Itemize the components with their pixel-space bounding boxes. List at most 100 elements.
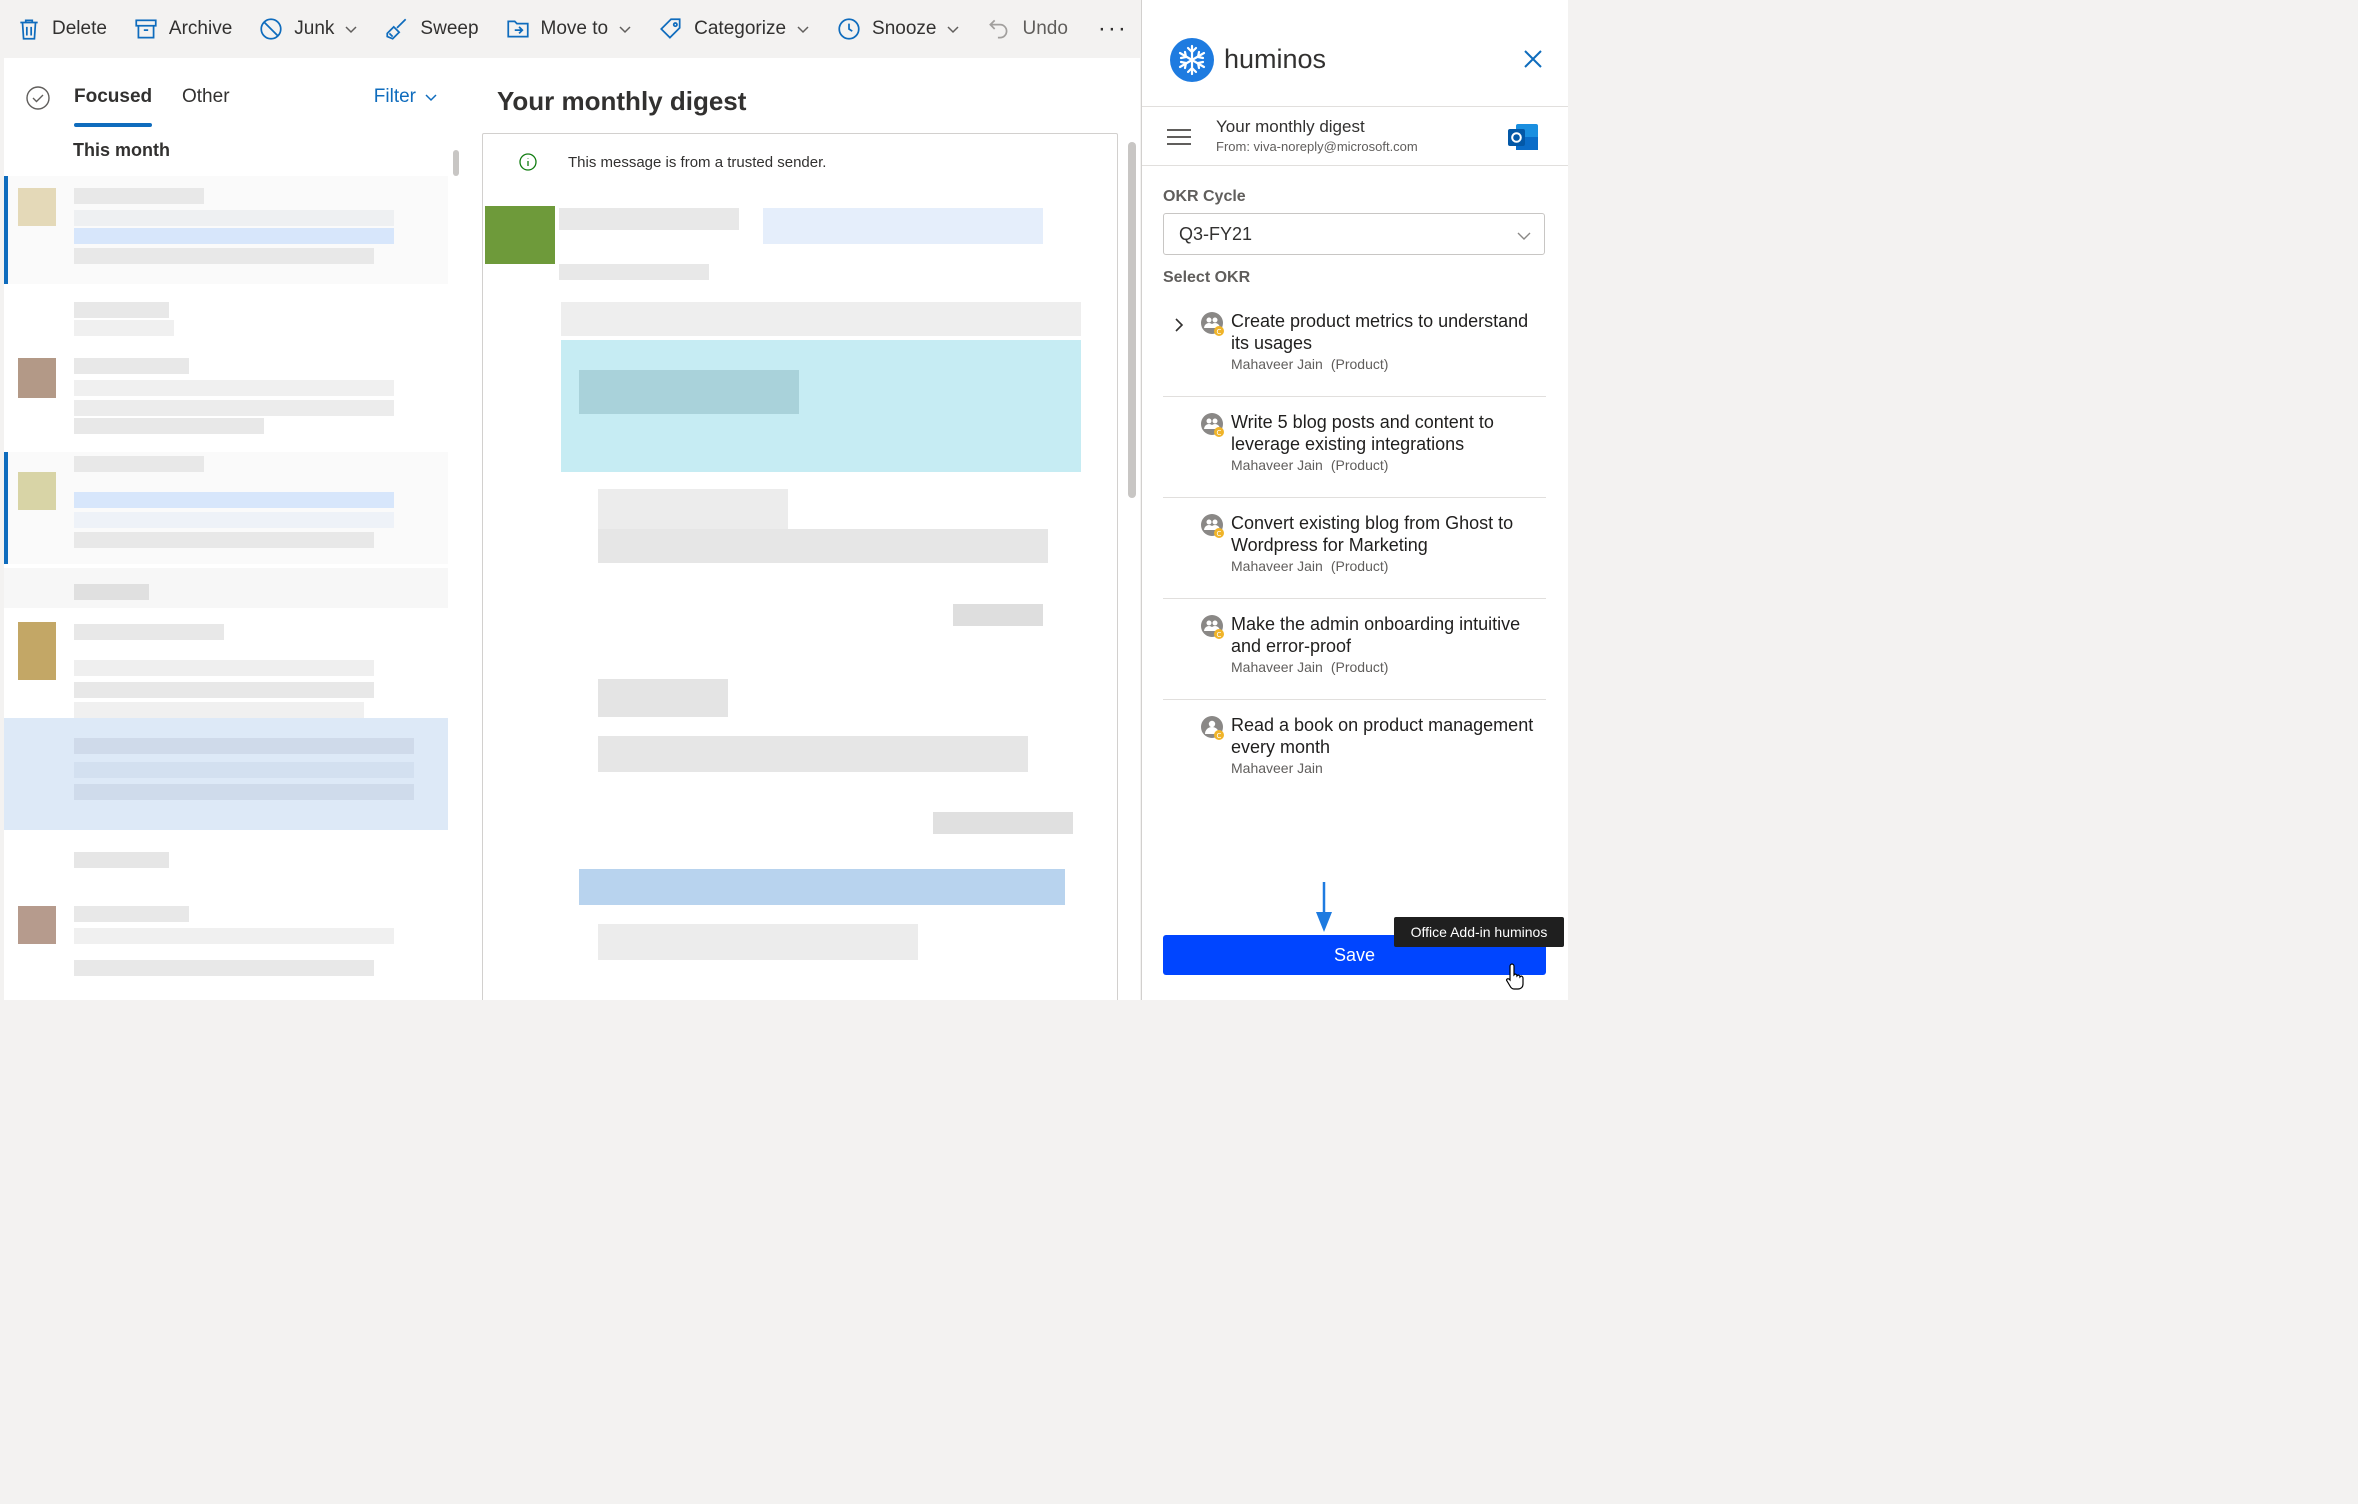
categorize-button[interactable]: Categorize: [658, 9, 810, 49]
mail-context-bar: Your monthly digest From: viva-noreply@m…: [1142, 107, 1568, 166]
clock-icon: [838, 18, 860, 40]
okr-title: Convert existing blog from Ghost to Word…: [1231, 513, 1514, 555]
okr-cycle-select[interactable]: Q3-FY21: [1163, 213, 1545, 255]
okr-owner: Mahaveer Jain (Product): [1231, 457, 1388, 473]
blurred-content: [598, 736, 1028, 772]
svg-text:C: C: [1217, 429, 1222, 437]
chevron-down-icon: [425, 94, 437, 102]
hand-cursor-icon: [1506, 963, 1524, 990]
filter-button[interactable]: Filter: [374, 86, 438, 108]
hamburger-menu-icon[interactable]: [1166, 127, 1192, 147]
snooze-label: Snooze: [872, 18, 937, 39]
archive-icon: [135, 19, 157, 39]
block-icon: [260, 18, 282, 40]
addin-mail-from: From: viva-noreply@microsoft.com: [1216, 139, 1418, 154]
okr-owner: Mahaveer Jain (Product): [1231, 356, 1388, 372]
junk-button[interactable]: Junk: [258, 9, 358, 49]
chevron-right-icon[interactable]: [1173, 318, 1185, 332]
archive-label: Archive: [168, 18, 233, 39]
sweep-button[interactable]: Sweep: [384, 9, 479, 49]
okr-list: C Create product metrics to understand i…: [1163, 296, 1546, 800]
message-subject: Your monthly digest: [497, 86, 747, 116]
list-item[interactable]: [4, 294, 448, 344]
list-item[interactable]: [4, 452, 448, 564]
tab-focused[interactable]: Focused: [74, 86, 153, 127]
list-item[interactable]: [4, 176, 448, 284]
okr-owner-dept: (Product): [1330, 356, 1389, 372]
list-item[interactable]: [4, 618, 448, 718]
undo-icon: [989, 19, 1008, 39]
delete-button[interactable]: Delete: [16, 9, 107, 49]
trusted-sender-notice: This message is from a trusted sender.: [518, 152, 826, 172]
okr-owner-dept: (Product): [1330, 457, 1389, 473]
huminos-addin-pane: huminos Your monthly digest From: viva-n…: [1141, 0, 1568, 1000]
okr-owner-dept: (Product): [1330, 659, 1389, 675]
blurred-content: [579, 370, 799, 414]
mail-list-scrollbar[interactable]: [453, 150, 459, 176]
team-avatar-icon: C: [1201, 615, 1224, 639]
blurred-content: [559, 264, 709, 280]
close-icon[interactable]: [1522, 48, 1544, 70]
archive-button[interactable]: Archive: [133, 9, 232, 49]
list-item[interactable]: [4, 898, 448, 998]
chevron-down-icon: [619, 26, 631, 34]
trash-icon: [20, 19, 38, 40]
okr-title: Make the admin onboarding intuitive and …: [1231, 614, 1521, 656]
addin-tooltip: Office Add-in huminos: [1394, 917, 1564, 947]
message-body: This message is from a trusted sender.: [482, 133, 1118, 1000]
junk-label: Junk: [294, 18, 335, 39]
reading-pane-scrollbar[interactable]: [1128, 142, 1136, 498]
blurred-content: [763, 208, 1043, 244]
huminos-logo-icon: [1170, 38, 1214, 82]
okr-item[interactable]: C Make the admin onboarding intuitive an…: [1163, 599, 1546, 700]
move-to-label: Move to: [540, 18, 609, 39]
move-to-button[interactable]: Move to: [505, 9, 633, 49]
delete-label: Delete: [52, 18, 107, 39]
command-bar: Delete Archive Junk Sweep Move to Catego…: [0, 0, 1140, 58]
blurred-content: [561, 302, 1081, 336]
okr-owner-name: Mahaveer Jain: [1231, 558, 1323, 574]
group-header: This month: [73, 140, 170, 160]
okr-owner-name: Mahaveer Jain: [1231, 659, 1323, 675]
svg-text:C: C: [1217, 328, 1222, 336]
reading-pane: Your monthly digest This message is from…: [470, 58, 1140, 1000]
filter-label: Filter: [373, 86, 416, 107]
list-item[interactable]: [4, 350, 448, 440]
chevron-down-icon: [797, 26, 809, 34]
list-item[interactable]: [4, 568, 448, 608]
okr-item[interactable]: C Read a book on product management ever…: [1163, 700, 1546, 800]
addin-mail-subject: Your monthly digest: [1216, 117, 1365, 136]
blurred-banner: [579, 869, 1065, 905]
blurred-content: [559, 208, 739, 230]
okr-owner-dept: (Product): [1330, 558, 1389, 574]
undo-label: Undo: [1022, 18, 1068, 39]
tab-other[interactable]: Other: [182, 86, 230, 108]
outlook-icon: [1508, 124, 1538, 150]
chevron-down-icon: [947, 26, 959, 34]
mail-list-header: Focused Other Filter: [4, 58, 470, 132]
svg-text:C: C: [1217, 530, 1222, 538]
info-icon: [519, 153, 537, 171]
select-okr-label: Select OKR: [1163, 269, 1251, 286]
select-all-check-icon[interactable]: [26, 86, 50, 110]
list-item[interactable]: [4, 718, 448, 830]
team-avatar-icon: C: [1201, 312, 1224, 336]
okr-owner: Mahaveer Jain (Product): [1231, 659, 1388, 675]
list-item[interactable]: [4, 848, 448, 884]
undo-button[interactable]: Undo: [986, 9, 1068, 49]
person-avatar-icon: C: [1201, 716, 1224, 740]
okr-item[interactable]: C Convert existing blog from Ghost to Wo…: [1163, 498, 1546, 599]
trusted-sender-text: This message is from a trusted sender.: [568, 153, 827, 171]
okr-item[interactable]: C Write 5 blog posts and content to leve…: [1163, 397, 1546, 498]
okr-cycle-label: OKR Cycle: [1163, 188, 1246, 205]
okr-owner-name: Mahaveer Jain: [1231, 457, 1323, 473]
team-avatar-icon: C: [1201, 514, 1224, 538]
okr-title: Write 5 blog posts and content to levera…: [1231, 412, 1494, 454]
snooze-button[interactable]: Snooze: [836, 9, 960, 49]
chevron-down-icon: [345, 26, 357, 34]
more-actions-button[interactable]: ···: [1098, 15, 1128, 43]
blurred-content: [598, 679, 728, 717]
okr-item[interactable]: C Create product metrics to understand i…: [1163, 296, 1546, 397]
tag-icon: [660, 18, 681, 39]
sweep-label: Sweep: [420, 18, 479, 39]
